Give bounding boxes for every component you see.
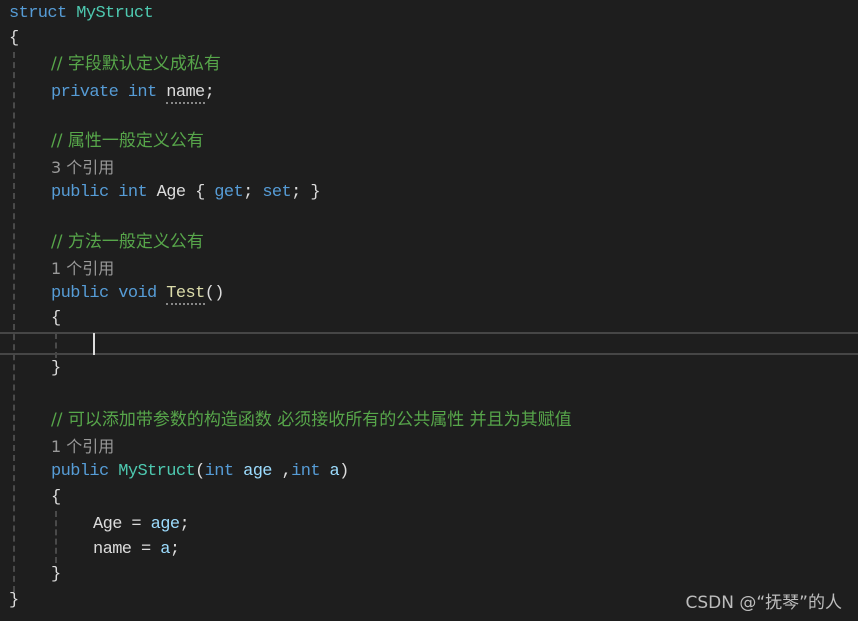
- comment-line[interactable]: // 字段默认定义成私有: [51, 52, 221, 77]
- indent-guide-ctor-body: [55, 511, 57, 563]
- codelens-references[interactable]: 1 个引用: [51, 434, 114, 459]
- code-line[interactable]: {: [51, 485, 61, 510]
- semicolon: ;: [291, 183, 301, 202]
- semicolon: ;: [204, 83, 215, 102]
- keyword: struct: [9, 4, 67, 23]
- text-caret: [93, 333, 95, 355]
- comment-line[interactable]: // 可以添加带参数的构造函数 必须接收所有的公共属性 并且为其赋值: [51, 408, 572, 433]
- parameter: a: [160, 540, 170, 559]
- comment-line[interactable]: // 方法一般定义公有: [51, 230, 204, 255]
- brace: {: [9, 29, 19, 48]
- code-line[interactable]: public int Age { get; set; }: [51, 180, 321, 205]
- code-line[interactable]: }: [51, 562, 61, 587]
- code-line[interactable]: {: [9, 26, 19, 51]
- watermark: CSDN @“抚琴”的人: [685, 593, 843, 613]
- paren: (: [195, 462, 205, 481]
- brace: }: [51, 565, 61, 584]
- property-identifier: Age: [156, 183, 186, 202]
- semicolon: ;: [169, 540, 180, 559]
- keyword: int: [118, 183, 148, 202]
- code-line[interactable]: struct MyStruct: [9, 1, 154, 26]
- comma: ,: [271, 462, 292, 481]
- property-identifier: Age: [93, 515, 122, 534]
- brace: }: [310, 183, 320, 202]
- keyword: public: [51, 462, 109, 481]
- brace: }: [9, 591, 19, 610]
- reference-count[interactable]: 3 个引用: [51, 158, 114, 177]
- operator: =: [121, 515, 151, 534]
- keyword: int: [291, 462, 320, 481]
- paren: ): [339, 462, 349, 481]
- constructor-identifier: MyStruct: [118, 462, 196, 481]
- code-line[interactable]: public void Test(): [51, 281, 225, 306]
- codelens-references[interactable]: 1 个引用: [51, 256, 114, 281]
- field-identifier: name: [93, 540, 132, 559]
- comment-line[interactable]: // 属性一般定义公有: [51, 129, 204, 154]
- parens: (): [204, 284, 225, 303]
- keyword: public: [51, 284, 109, 303]
- keyword: private: [51, 83, 119, 102]
- semicolon: ;: [179, 515, 190, 534]
- codelens-references[interactable]: 3 个引用: [51, 155, 114, 180]
- current-line-highlight: [0, 332, 858, 355]
- code-line[interactable]: }: [51, 356, 61, 381]
- parameter: a: [329, 462, 340, 481]
- field-identifier[interactable]: name: [166, 83, 205, 104]
- brace: {: [51, 488, 61, 507]
- keyword: int: [127, 83, 157, 102]
- method-identifier[interactable]: Test: [166, 284, 205, 305]
- comment: // 属性一般定义公有: [51, 131, 204, 151]
- semicolon: ;: [243, 183, 253, 202]
- code-line[interactable]: Age = age;: [93, 512, 190, 537]
- keyword: set: [262, 183, 292, 202]
- parameter: age: [243, 462, 272, 481]
- indent-guide-struct: [13, 52, 15, 592]
- brace: }: [51, 359, 61, 378]
- reference-count[interactable]: 1 个引用: [51, 259, 114, 278]
- type-name: MyStruct: [76, 4, 154, 23]
- keyword: public: [51, 183, 109, 202]
- code-line[interactable]: name = a;: [93, 537, 180, 562]
- operator: =: [131, 540, 161, 559]
- parameter: age: [150, 515, 180, 534]
- code-line[interactable]: {: [51, 306, 61, 331]
- code-editor[interactable]: struct MyStruct { // 字段默认定义成私有 private i…: [0, 0, 858, 621]
- code-line[interactable]: private int name;: [51, 80, 215, 105]
- comment: // 字段默认定义成私有: [51, 54, 221, 74]
- keyword: void: [118, 284, 157, 303]
- keyword: int: [204, 462, 234, 481]
- code-line[interactable]: }: [9, 588, 19, 613]
- keyword: get: [214, 183, 244, 202]
- brace: {: [51, 309, 61, 328]
- brace: {: [195, 183, 205, 202]
- comment: // 方法一般定义公有: [51, 232, 204, 252]
- comment: // 可以添加带参数的构造函数 必须接收所有的公共属性 并且为其赋值: [51, 410, 572, 430]
- code-line[interactable]: public MyStruct(int age ,int a): [51, 459, 349, 484]
- reference-count[interactable]: 1 个引用: [51, 437, 114, 456]
